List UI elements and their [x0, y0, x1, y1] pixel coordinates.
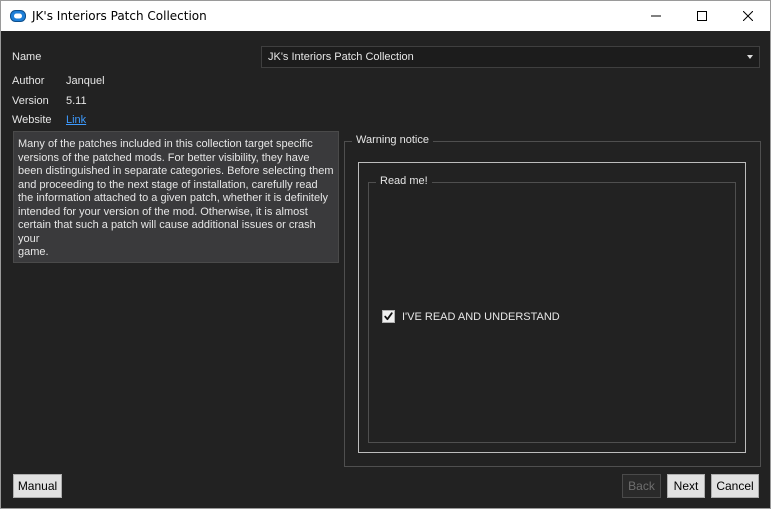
description-box[interactable]: Many of the patches included in this col… [13, 131, 339, 263]
description-line: intended for your version of the mod. Ot… [18, 205, 308, 218]
description-line: and proceeding to the next stage of inst… [18, 178, 318, 191]
description-line: versions of the patched mods. For better… [18, 151, 310, 164]
manual-button[interactable]: Manual [13, 474, 62, 498]
description-line: been distinguished in separate categorie… [18, 165, 334, 177]
description-line: game. [18, 246, 49, 258]
version-value: 5.11 [66, 95, 87, 107]
version-label: Version [12, 95, 49, 107]
close-button[interactable] [725, 1, 771, 31]
window-title: JK's Interiors Patch Collection [32, 9, 207, 23]
chevron-down-icon [747, 55, 753, 59]
description-line: Many of the patches included in this col… [18, 138, 313, 150]
author-value: Janquel [66, 75, 105, 87]
app-icon [10, 10, 26, 25]
author-label: Author [12, 75, 45, 87]
read-me-title: Read me! [376, 175, 432, 187]
read-understand-label[interactable]: I'VE READ AND UNDERSTAND [402, 311, 560, 323]
website-label: Website [12, 114, 52, 126]
close-icon [743, 11, 753, 21]
description-line: the information attached to a given patc… [18, 192, 329, 204]
installer-window: JK's Interiors Patch Collection Name JK'… [0, 0, 771, 509]
minimize-button[interactable] [633, 1, 679, 31]
name-select-value: JK's Interiors Patch Collection [268, 51, 414, 63]
maximize-button[interactable] [679, 1, 725, 31]
next-button[interactable]: Next [667, 474, 705, 498]
title-bar[interactable]: JK's Interiors Patch Collection [1, 1, 770, 31]
minimize-icon [651, 15, 661, 17]
back-button[interactable]: Back [622, 474, 661, 498]
read-understand-checkbox[interactable] [382, 310, 395, 323]
maximize-icon [697, 11, 707, 21]
name-label: Name [12, 51, 42, 63]
website-link[interactable]: Link [66, 114, 86, 126]
cancel-button[interactable]: Cancel [711, 474, 759, 498]
name-select[interactable]: JK's Interiors Patch Collection [261, 46, 760, 68]
checkmark-icon [384, 312, 393, 321]
warning-group-title: Warning notice [352, 134, 433, 146]
client-area: Name JK's Interiors Patch Collection Aut… [1, 31, 770, 508]
description-line: certain that such a patch will cause add… [18, 219, 316, 245]
